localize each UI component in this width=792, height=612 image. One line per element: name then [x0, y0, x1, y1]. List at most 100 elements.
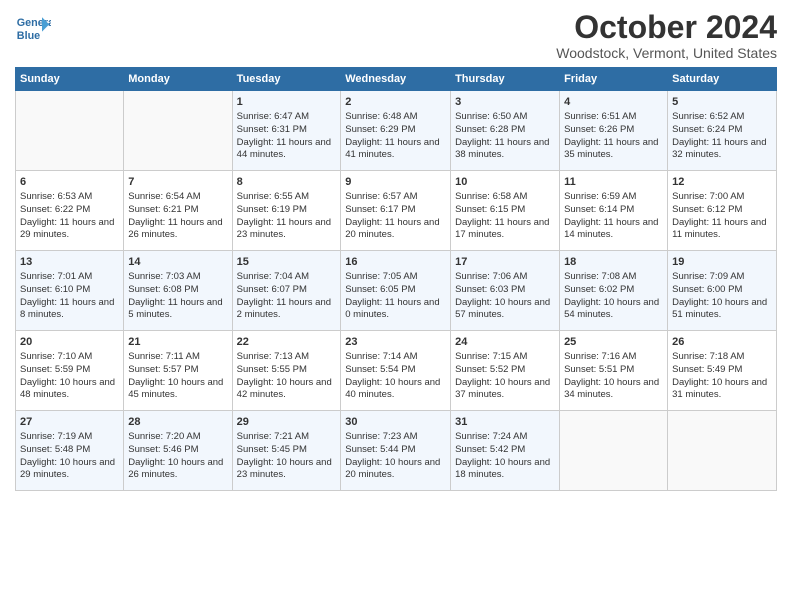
calendar-table: SundayMondayTuesdayWednesdayThursdayFrid…	[15, 67, 777, 491]
day-header: Tuesday	[232, 68, 341, 91]
day-info: Sunrise: 7:00 AMSunset: 6:12 PMDaylight:…	[672, 191, 766, 240]
day-info: Sunrise: 6:59 AMSunset: 6:14 PMDaylight:…	[564, 191, 658, 240]
day-number: 18	[564, 255, 663, 270]
calendar-cell: 13Sunrise: 7:01 AMSunset: 6:10 PMDayligh…	[16, 251, 124, 331]
day-number: 6	[20, 175, 119, 190]
day-number: 31	[455, 415, 555, 430]
day-number: 17	[455, 255, 555, 270]
day-number: 21	[128, 335, 227, 350]
calendar-cell: 15Sunrise: 7:04 AMSunset: 6:07 PMDayligh…	[232, 251, 341, 331]
day-info: Sunrise: 6:55 AMSunset: 6:19 PMDaylight:…	[237, 191, 331, 240]
calendar-cell	[124, 91, 232, 171]
day-number: 4	[564, 95, 663, 110]
day-number: 24	[455, 335, 555, 350]
day-info: Sunrise: 7:14 AMSunset: 5:54 PMDaylight:…	[345, 351, 440, 400]
logo: General Blue	[15, 10, 51, 46]
day-number: 9	[345, 175, 446, 190]
title-block: October 2024 Woodstock, Vermont, United …	[556, 10, 777, 61]
day-info: Sunrise: 7:20 AMSunset: 5:46 PMDaylight:…	[128, 431, 223, 480]
day-info: Sunrise: 6:47 AMSunset: 6:31 PMDaylight:…	[237, 111, 331, 160]
calendar-cell: 1Sunrise: 6:47 AMSunset: 6:31 PMDaylight…	[232, 91, 341, 171]
day-number: 5	[672, 95, 772, 110]
day-number: 1	[237, 95, 337, 110]
calendar-cell	[668, 411, 777, 491]
day-number: 26	[672, 335, 772, 350]
day-number: 12	[672, 175, 772, 190]
main-container: General Blue October 2024 Woodstock, Ver…	[0, 0, 792, 501]
day-info: Sunrise: 7:08 AMSunset: 6:02 PMDaylight:…	[564, 271, 659, 320]
day-info: Sunrise: 6:51 AMSunset: 6:26 PMDaylight:…	[564, 111, 658, 160]
calendar-cell: 19Sunrise: 7:09 AMSunset: 6:00 PMDayligh…	[668, 251, 777, 331]
day-number: 27	[20, 415, 119, 430]
calendar-cell: 10Sunrise: 6:58 AMSunset: 6:15 PMDayligh…	[451, 171, 560, 251]
calendar-cell: 29Sunrise: 7:21 AMSunset: 5:45 PMDayligh…	[232, 411, 341, 491]
day-header: Sunday	[16, 68, 124, 91]
day-header: Friday	[560, 68, 668, 91]
day-number: 8	[237, 175, 337, 190]
calendar-cell	[560, 411, 668, 491]
day-info: Sunrise: 6:57 AMSunset: 6:17 PMDaylight:…	[345, 191, 439, 240]
day-number: 28	[128, 415, 227, 430]
day-number: 11	[564, 175, 663, 190]
day-number: 15	[237, 255, 337, 270]
day-info: Sunrise: 7:01 AMSunset: 6:10 PMDaylight:…	[20, 271, 114, 320]
calendar-cell: 24Sunrise: 7:15 AMSunset: 5:52 PMDayligh…	[451, 331, 560, 411]
day-info: Sunrise: 7:03 AMSunset: 6:08 PMDaylight:…	[128, 271, 222, 320]
calendar-cell: 22Sunrise: 7:13 AMSunset: 5:55 PMDayligh…	[232, 331, 341, 411]
day-info: Sunrise: 6:50 AMSunset: 6:28 PMDaylight:…	[455, 111, 549, 160]
calendar-cell: 8Sunrise: 6:55 AMSunset: 6:19 PMDaylight…	[232, 171, 341, 251]
day-info: Sunrise: 7:16 AMSunset: 5:51 PMDaylight:…	[564, 351, 659, 400]
svg-text:Blue: Blue	[17, 30, 40, 42]
calendar-cell: 25Sunrise: 7:16 AMSunset: 5:51 PMDayligh…	[560, 331, 668, 411]
day-number: 2	[345, 95, 446, 110]
calendar-cell: 27Sunrise: 7:19 AMSunset: 5:48 PMDayligh…	[16, 411, 124, 491]
day-info: Sunrise: 7:10 AMSunset: 5:59 PMDaylight:…	[20, 351, 115, 400]
calendar-cell: 3Sunrise: 6:50 AMSunset: 6:28 PMDaylight…	[451, 91, 560, 171]
calendar-cell: 9Sunrise: 6:57 AMSunset: 6:17 PMDaylight…	[341, 171, 451, 251]
day-number: 25	[564, 335, 663, 350]
day-number: 22	[237, 335, 337, 350]
calendar-cell: 17Sunrise: 7:06 AMSunset: 6:03 PMDayligh…	[451, 251, 560, 331]
calendar-cell: 21Sunrise: 7:11 AMSunset: 5:57 PMDayligh…	[124, 331, 232, 411]
day-info: Sunrise: 7:24 AMSunset: 5:42 PMDaylight:…	[455, 431, 550, 480]
day-info: Sunrise: 7:21 AMSunset: 5:45 PMDaylight:…	[237, 431, 332, 480]
day-number: 10	[455, 175, 555, 190]
calendar-cell: 11Sunrise: 6:59 AMSunset: 6:14 PMDayligh…	[560, 171, 668, 251]
day-info: Sunrise: 7:05 AMSunset: 6:05 PMDaylight:…	[345, 271, 439, 320]
day-header: Wednesday	[341, 68, 451, 91]
day-info: Sunrise: 6:54 AMSunset: 6:21 PMDaylight:…	[128, 191, 222, 240]
day-info: Sunrise: 6:58 AMSunset: 6:15 PMDaylight:…	[455, 191, 549, 240]
day-info: Sunrise: 7:23 AMSunset: 5:44 PMDaylight:…	[345, 431, 440, 480]
day-info: Sunrise: 6:53 AMSunset: 6:22 PMDaylight:…	[20, 191, 114, 240]
calendar-cell: 30Sunrise: 7:23 AMSunset: 5:44 PMDayligh…	[341, 411, 451, 491]
header: General Blue October 2024 Woodstock, Ver…	[15, 10, 777, 61]
calendar-cell	[16, 91, 124, 171]
page-title: October 2024	[556, 10, 777, 45]
calendar-cell: 2Sunrise: 6:48 AMSunset: 6:29 PMDaylight…	[341, 91, 451, 171]
calendar-cell: 16Sunrise: 7:05 AMSunset: 6:05 PMDayligh…	[341, 251, 451, 331]
day-header: Monday	[124, 68, 232, 91]
day-number: 3	[455, 95, 555, 110]
day-info: Sunrise: 6:48 AMSunset: 6:29 PMDaylight:…	[345, 111, 439, 160]
day-info: Sunrise: 7:15 AMSunset: 5:52 PMDaylight:…	[455, 351, 550, 400]
calendar-cell: 6Sunrise: 6:53 AMSunset: 6:22 PMDaylight…	[16, 171, 124, 251]
day-number: 29	[237, 415, 337, 430]
day-info: Sunrise: 7:06 AMSunset: 6:03 PMDaylight:…	[455, 271, 550, 320]
calendar-cell: 18Sunrise: 7:08 AMSunset: 6:02 PMDayligh…	[560, 251, 668, 331]
calendar-cell: 20Sunrise: 7:10 AMSunset: 5:59 PMDayligh…	[16, 331, 124, 411]
day-number: 14	[128, 255, 227, 270]
calendar-cell: 7Sunrise: 6:54 AMSunset: 6:21 PMDaylight…	[124, 171, 232, 251]
day-number: 20	[20, 335, 119, 350]
day-info: Sunrise: 7:04 AMSunset: 6:07 PMDaylight:…	[237, 271, 331, 320]
day-info: Sunrise: 7:18 AMSunset: 5:49 PMDaylight:…	[672, 351, 767, 400]
day-info: Sunrise: 7:13 AMSunset: 5:55 PMDaylight:…	[237, 351, 332, 400]
calendar-cell: 31Sunrise: 7:24 AMSunset: 5:42 PMDayligh…	[451, 411, 560, 491]
day-info: Sunrise: 7:19 AMSunset: 5:48 PMDaylight:…	[20, 431, 115, 480]
day-header: Thursday	[451, 68, 560, 91]
calendar-cell: 23Sunrise: 7:14 AMSunset: 5:54 PMDayligh…	[341, 331, 451, 411]
day-info: Sunrise: 7:11 AMSunset: 5:57 PMDaylight:…	[128, 351, 223, 400]
day-number: 23	[345, 335, 446, 350]
calendar-cell: 4Sunrise: 6:51 AMSunset: 6:26 PMDaylight…	[560, 91, 668, 171]
day-info: Sunrise: 7:09 AMSunset: 6:00 PMDaylight:…	[672, 271, 767, 320]
page-subtitle: Woodstock, Vermont, United States	[556, 45, 777, 61]
